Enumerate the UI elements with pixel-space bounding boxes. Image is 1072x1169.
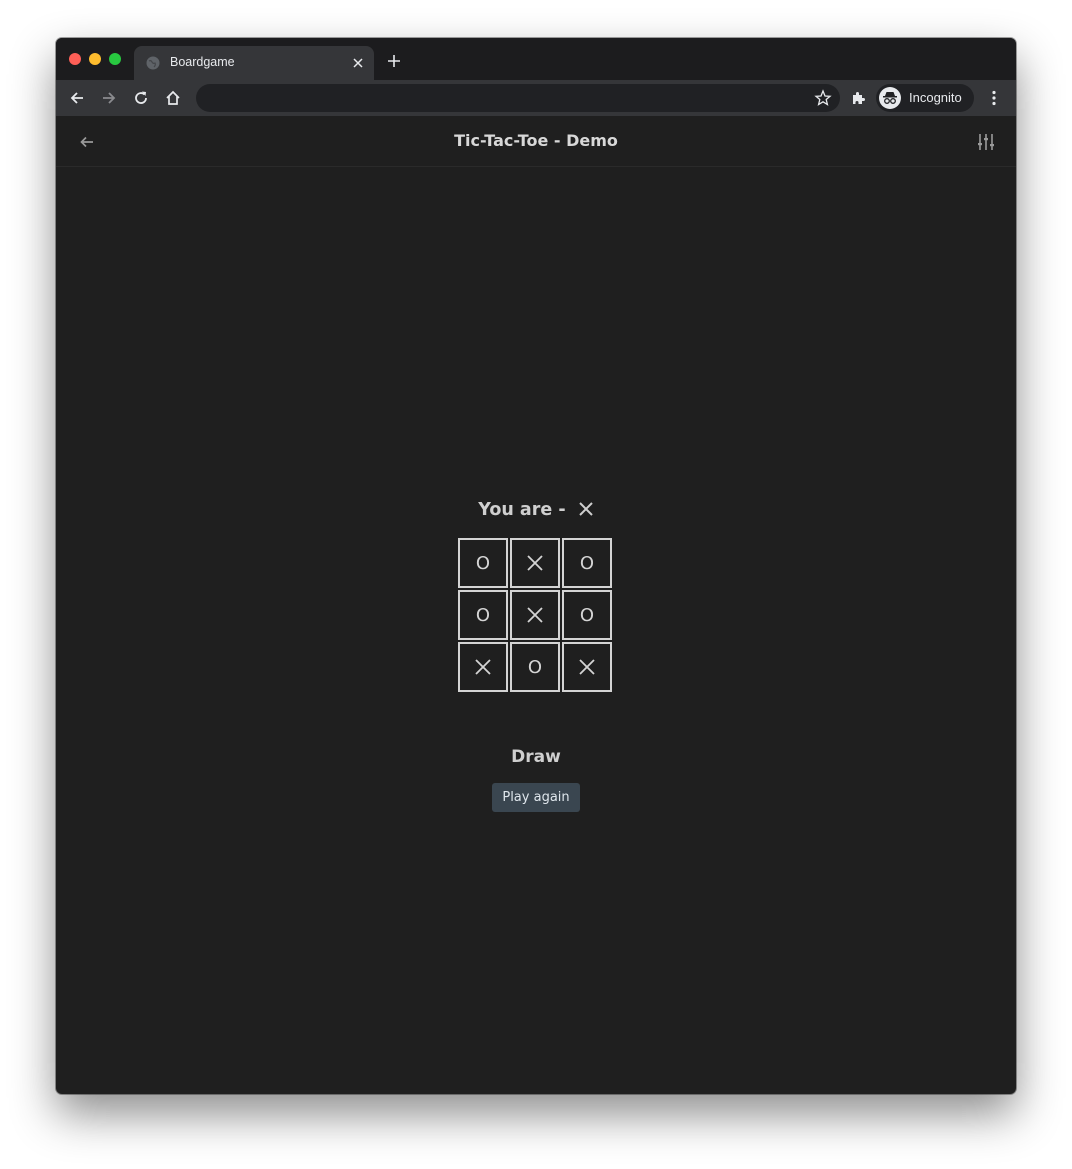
page-title: Tic-Tac-Toe - Demo: [454, 131, 618, 150]
maximize-window-button[interactable]: [109, 53, 121, 65]
player-mark-x-icon: [578, 502, 593, 516]
star-icon[interactable]: [814, 89, 832, 107]
minimize-window-button[interactable]: [89, 53, 101, 65]
globe-icon: [146, 56, 160, 70]
x-mark-icon: [527, 607, 543, 623]
kebab-menu-icon[interactable]: [985, 89, 1003, 107]
new-tab-icon[interactable]: [386, 53, 402, 69]
browser-toolbar: Incognito: [56, 80, 1016, 116]
close-window-button[interactable]: [69, 53, 81, 65]
address-bar[interactable]: [196, 84, 840, 112]
close-tab-icon[interactable]: [352, 57, 364, 69]
o-mark: O: [475, 552, 491, 574]
app-header: Tic-Tac-Toe - Demo: [56, 116, 1016, 167]
board-cell[interactable]: [510, 538, 560, 588]
game-board: O O O O O: [458, 538, 614, 694]
sliders-icon[interactable]: [976, 132, 996, 152]
board-cell[interactable]: O: [510, 642, 560, 692]
play-again-button[interactable]: Play again: [492, 783, 580, 812]
board-cell[interactable]: [562, 642, 612, 692]
browser-tab[interactable]: Boardgame: [134, 46, 374, 80]
tab-strip: Boardgame: [56, 38, 1016, 80]
browser-window: Boardgame Incognito Tic-Tac-Toe - Demo Y…: [56, 38, 1016, 1094]
home-icon[interactable]: [164, 89, 182, 107]
o-mark: O: [475, 604, 491, 626]
o-mark: O: [579, 604, 595, 626]
game-status: Draw: [511, 747, 561, 767]
puzzle-icon[interactable]: [849, 89, 867, 107]
board-cell[interactable]: O: [562, 538, 612, 588]
board-cell[interactable]: O: [458, 538, 508, 588]
o-mark: O: [579, 552, 595, 574]
x-mark-icon: [475, 659, 491, 675]
game-area: You are - O O O O O Draw Play again: [56, 167, 1016, 1094]
tab-title: Boardgame: [170, 55, 235, 69]
profile-label: Incognito: [909, 90, 962, 105]
profile-button[interactable]: Incognito: [876, 84, 974, 112]
x-mark-icon: [527, 555, 543, 571]
arrow-left-icon[interactable]: [68, 89, 86, 107]
board-cell[interactable]: O: [458, 590, 508, 640]
o-mark: O: [527, 656, 543, 678]
board-cell[interactable]: [458, 642, 508, 692]
reload-icon[interactable]: [132, 89, 150, 107]
player-prefix: You are -: [478, 500, 566, 520]
player-indicator: You are -: [56, 500, 1016, 520]
board-cell[interactable]: O: [562, 590, 612, 640]
x-mark-icon: [579, 659, 595, 675]
arrow-right-icon[interactable]: [100, 89, 118, 107]
incognito-icon: [879, 87, 901, 109]
board-cell[interactable]: [510, 590, 560, 640]
